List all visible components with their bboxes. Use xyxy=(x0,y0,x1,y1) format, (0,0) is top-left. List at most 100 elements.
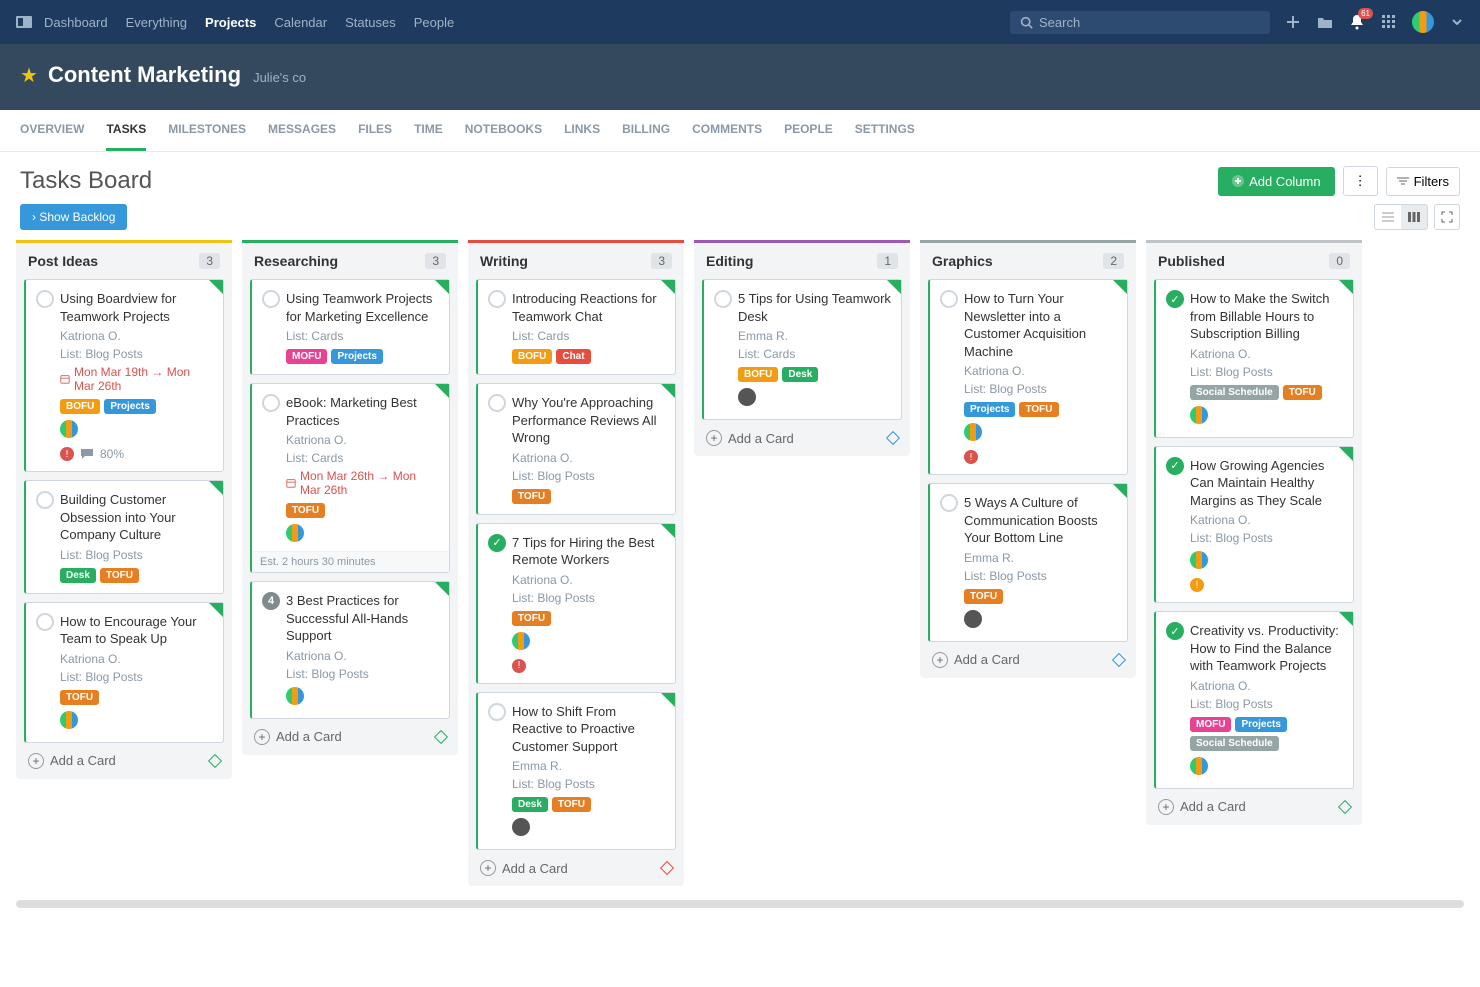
task-card[interactable]: ✓How Growing Agencies Can Maintain Healt… xyxy=(1154,446,1354,604)
complete-toggle[interactable] xyxy=(262,394,280,412)
complete-toggle[interactable] xyxy=(262,290,280,308)
add-card-button[interactable]: +Add a Card xyxy=(694,420,910,456)
nav-statuses[interactable]: Statuses xyxy=(345,15,396,30)
complete-toggle[interactable] xyxy=(36,613,54,631)
tag-bofu[interactable]: BOFU xyxy=(512,349,552,364)
app-logo-icon[interactable] xyxy=(14,12,34,32)
tab-comments[interactable]: COMMENTS xyxy=(692,110,762,151)
search-input[interactable] xyxy=(1039,15,1260,30)
add-card-button[interactable]: +Add a Card xyxy=(242,719,458,755)
complete-toggle[interactable] xyxy=(36,491,54,509)
add-card-button[interactable]: +Add a Card xyxy=(1146,789,1362,825)
complete-toggle[interactable]: ✓ xyxy=(1166,290,1184,308)
show-backlog-button[interactable]: › Show Backlog xyxy=(20,204,127,230)
task-card[interactable]: ✓Creativity vs. Productivity: How to Fin… xyxy=(1154,611,1354,789)
task-card[interactable]: 43 Best Practices for Successful All-Han… xyxy=(250,581,450,719)
chevron-down-icon[interactable] xyxy=(1448,13,1466,31)
tag-desk[interactable]: Desk xyxy=(782,367,818,382)
more-button[interactable]: ⋮ xyxy=(1343,166,1378,196)
user-avatar[interactable] xyxy=(1412,11,1434,33)
add-card-button[interactable]: +Add a Card xyxy=(468,850,684,886)
tag-tofu[interactable]: TOFU xyxy=(552,797,591,812)
tab-settings[interactable]: SETTINGS xyxy=(855,110,915,151)
assignee-avatar[interactable] xyxy=(60,420,78,438)
horizontal-scrollbar[interactable] xyxy=(16,900,1464,908)
assignee-avatar[interactable] xyxy=(286,524,304,542)
assignee-avatar[interactable] xyxy=(512,632,530,650)
assignee-avatar[interactable] xyxy=(738,388,756,406)
task-card[interactable]: ✓7 Tips for Hiring the Best Remote Worke… xyxy=(476,523,676,684)
list-view-icon[interactable] xyxy=(1375,205,1401,229)
column-header[interactable]: Post Ideas3 xyxy=(16,240,232,279)
tab-overview[interactable]: OVERVIEW xyxy=(20,110,84,151)
assignee-avatar[interactable] xyxy=(512,818,530,836)
nav-dashboard[interactable]: Dashboard xyxy=(44,15,108,30)
task-card[interactable]: 5 Ways A Culture of Communication Boosts… xyxy=(928,483,1128,642)
task-card[interactable]: Introducing Reactions for Teamwork ChatL… xyxy=(476,279,676,375)
tab-files[interactable]: FILES xyxy=(358,110,392,151)
tab-links[interactable]: LINKS xyxy=(564,110,600,151)
complete-toggle[interactable]: ✓ xyxy=(1166,622,1184,640)
tag-tofu[interactable]: TOFU xyxy=(964,589,1003,604)
tab-tasks[interactable]: TASKS xyxy=(106,110,146,151)
column-header[interactable]: Researching3 xyxy=(242,240,458,279)
task-card[interactable]: ✓How to Make the Switch from Billable Ho… xyxy=(1154,279,1354,438)
tag-tofu[interactable]: TOFU xyxy=(1019,402,1058,417)
tab-milestones[interactable]: MILESTONES xyxy=(168,110,246,151)
tag-bofu[interactable]: BOFU xyxy=(738,367,778,382)
task-card[interactable]: Using Teamwork Projects for Marketing Ex… xyxy=(250,279,450,375)
complete-toggle[interactable] xyxy=(488,703,506,721)
tag-mofu[interactable]: MOFU xyxy=(286,349,327,364)
assignee-avatar[interactable] xyxy=(286,687,304,705)
task-card[interactable]: 5 Tips for Using Teamwork DeskEmma R.Lis… xyxy=(702,279,902,420)
tag-socialschedule[interactable]: Social Schedule xyxy=(1190,385,1279,400)
task-card[interactable]: How to Shift From Reactive to Proactive … xyxy=(476,692,676,851)
task-card[interactable]: Using Boardview for Teamwork ProjectsKat… xyxy=(24,279,224,472)
nav-everything[interactable]: Everything xyxy=(126,15,187,30)
add-card-button[interactable]: +Add a Card xyxy=(16,743,232,779)
tag-bofu[interactable]: BOFU xyxy=(60,399,100,414)
expand-icon[interactable] xyxy=(1434,204,1460,230)
tab-messages[interactable]: MESSAGES xyxy=(268,110,336,151)
grid-icon[interactable] xyxy=(1380,13,1398,31)
complete-toggle[interactable]: 4 xyxy=(262,592,280,610)
task-card[interactable]: eBook: Marketing Best PracticesKatriona … xyxy=(250,383,450,573)
complete-toggle[interactable]: ✓ xyxy=(488,534,506,552)
complete-toggle[interactable] xyxy=(714,290,732,308)
tag-tofu[interactable]: TOFU xyxy=(286,503,325,518)
assignee-avatar[interactable] xyxy=(1190,406,1208,424)
nav-people[interactable]: People xyxy=(414,15,454,30)
tag-projects[interactable]: Projects xyxy=(1235,717,1286,732)
tag-socialschedule[interactable]: Social Schedule xyxy=(1190,736,1279,751)
nav-projects[interactable]: Projects xyxy=(205,15,256,30)
add-icon[interactable] xyxy=(1284,13,1302,31)
global-search[interactable] xyxy=(1010,11,1270,34)
tag-desk[interactable]: Desk xyxy=(512,797,548,812)
folder-icon[interactable] xyxy=(1316,13,1334,31)
bell-icon[interactable]: 61 xyxy=(1348,13,1366,31)
complete-toggle[interactable] xyxy=(940,290,958,308)
assignee-avatar[interactable] xyxy=(964,423,982,441)
tab-billing[interactable]: BILLING xyxy=(622,110,670,151)
complete-toggle[interactable]: ✓ xyxy=(1166,457,1184,475)
tag-projects[interactable]: Projects xyxy=(331,349,382,364)
tab-people[interactable]: PEOPLE xyxy=(784,110,833,151)
tag-projects[interactable]: Projects xyxy=(964,402,1015,417)
tag-tofu[interactable]: TOFU xyxy=(512,611,551,626)
tag-desk[interactable]: Desk xyxy=(60,568,96,583)
task-card[interactable]: How to Encourage Your Team to Speak UpKa… xyxy=(24,602,224,743)
assignee-avatar[interactable] xyxy=(1190,551,1208,569)
star-icon[interactable]: ★ xyxy=(20,63,38,88)
tab-time[interactable]: TIME xyxy=(414,110,443,151)
tag-projects[interactable]: Projects xyxy=(104,399,155,414)
add-column-button[interactable]: Add Column xyxy=(1218,167,1335,196)
assignee-avatar[interactable] xyxy=(1190,757,1208,775)
filters-button[interactable]: Filters xyxy=(1386,167,1460,196)
column-header[interactable]: Editing1 xyxy=(694,240,910,279)
tag-tofu[interactable]: TOFU xyxy=(100,568,139,583)
tag-mofu[interactable]: MOFU xyxy=(1190,717,1231,732)
tag-chat[interactable]: Chat xyxy=(556,349,590,364)
tab-notebooks[interactable]: NOTEBOOKS xyxy=(465,110,542,151)
board-view-icon[interactable] xyxy=(1401,205,1427,229)
complete-toggle[interactable] xyxy=(488,394,506,412)
